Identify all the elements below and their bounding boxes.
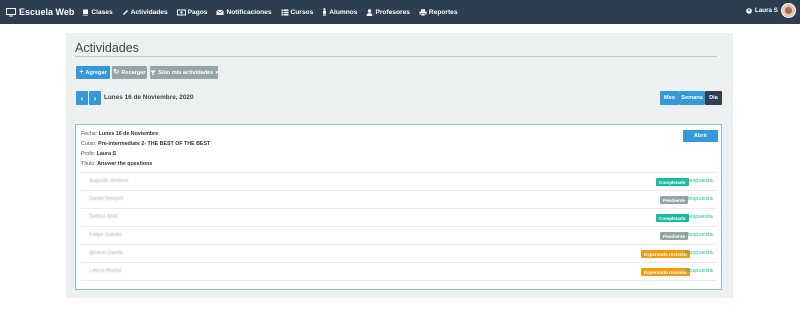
filter-dropdown-label: Sólo mis actividades (158, 69, 214, 76)
male-icon (323, 8, 327, 16)
nav-label: Reportes (428, 8, 458, 16)
nav-item-cursos[interactable]: Cursos (281, 8, 314, 16)
filter-icon (150, 70, 156, 75)
reload-button-label: Recargar (121, 69, 146, 76)
view-week-button[interactable]: Semana (679, 91, 705, 105)
add-button-label: Agregar (85, 69, 107, 76)
open-button[interactable]: Abrir (683, 130, 718, 142)
nav-item-reportes[interactable]: Reportes (419, 9, 458, 16)
activity-course: Curso: Pre-intermediate 2- THE BEST OF T… (81, 141, 211, 147)
filter-dropdown[interactable]: Sólo mis actividades ▾ (150, 66, 218, 79)
main-content: Actividades + Agregar ↻ Recargar Sólo mi… (66, 33, 733, 298)
student-name: Delfina Abril (89, 214, 118, 220)
status-badge: Pendiente (660, 196, 688, 204)
nav-item-profesores[interactable]: Profesores (366, 8, 410, 16)
response-link[interactable]: Respuesta (685, 196, 713, 202)
activity-date: Fecha: Lunes 16 de Noviembre (81, 131, 159, 137)
plus-icon: + (79, 69, 84, 76)
reload-button[interactable]: ↻ Recargar (112, 66, 147, 79)
view-day-label: Día (709, 95, 718, 101)
row-divider (81, 244, 716, 245)
nav-item-actividades[interactable]: Actividades (122, 9, 168, 16)
nav-item-clases[interactable]: Clases (82, 8, 113, 16)
row-divider (81, 226, 716, 227)
book-icon (83, 9, 89, 15)
money-icon (176, 9, 186, 15)
nav-label: Notificaciones (226, 8, 272, 16)
prev-day-button[interactable]: ‹ (76, 91, 88, 105)
response-link[interactable]: Respuesta (685, 250, 713, 256)
activity-title: Título: Answer the questions (81, 161, 153, 167)
activity-panel: Fecha: Lunes 16 de Noviembre Curso: Pre-… (75, 124, 722, 290)
refresh-icon: ↻ (113, 69, 120, 76)
brand-link[interactable]: Escuela Web (0, 7, 74, 17)
view-month-button[interactable]: Mes (660, 91, 679, 105)
next-day-button[interactable]: › (89, 91, 101, 105)
nav-label: Pagos (187, 8, 208, 16)
response-link[interactable]: Respuesta (685, 214, 713, 220)
user-menu[interactable]: Laura S (746, 3, 796, 18)
title-divider (75, 56, 717, 57)
status-badge: Esperando revisión (641, 250, 690, 258)
nav-label: Clases (91, 8, 113, 16)
row-divider (81, 172, 716, 173)
add-button[interactable]: + Agregar (76, 66, 110, 79)
view-month-label: Mes (664, 95, 675, 101)
row-divider (81, 280, 716, 281)
nav-label: Alumnos (329, 8, 358, 16)
row-divider (81, 262, 716, 263)
nav-item-notificaciones[interactable]: Notificaciones (216, 8, 272, 16)
status-badge: Completado (656, 214, 689, 222)
activity-teacher: Profe: Laura S (81, 151, 117, 157)
student-name: Leticia Muriáz (89, 268, 122, 274)
print-icon (419, 8, 427, 16)
user-name: Laura S (754, 7, 778, 14)
student-name: Ignacio Davilá (89, 250, 123, 256)
view-week-label: Semana (681, 95, 703, 101)
view-day-button[interactable]: Día (705, 91, 722, 105)
nav-item-pagos[interactable]: Pagos (176, 8, 208, 16)
user-circle-icon (746, 7, 752, 14)
list-icon (281, 9, 289, 15)
response-link[interactable]: Respuesta (685, 178, 713, 184)
response-link[interactable]: Respuesta (685, 232, 713, 238)
nav-label: Cursos (290, 8, 314, 16)
monitor-icon (6, 7, 16, 16)
chevron-right-icon: › (93, 93, 97, 103)
response-link[interactable]: Respuesta (685, 268, 713, 274)
top-navbar: Escuela Web Clases Actividades Pagos Not… (0, 0, 800, 24)
brand-name: Escuela Web (19, 7, 75, 17)
nav-item-alumnos[interactable]: Alumnos (322, 8, 357, 16)
status-badge: Completado (656, 178, 689, 186)
row-divider (81, 208, 716, 209)
open-button-label: Abrir (693, 133, 708, 139)
current-date: Lunes 16 de Noviembre, 2020 (104, 94, 194, 101)
student-name: Felipe Galván (89, 232, 122, 238)
nav-label: Actividades (130, 8, 168, 16)
chevron-left-icon: ‹ (80, 93, 84, 103)
row-divider (81, 190, 716, 191)
caret-down-icon: ▾ (215, 69, 218, 76)
student-name: Augusto Ventura (89, 178, 129, 184)
page-title: Actividades (75, 41, 139, 55)
status-badge: Pendiente (660, 232, 688, 240)
nav-label: Profesores (375, 8, 410, 16)
student-name: Daniel Benpelt (89, 196, 124, 202)
status-badge: Esperando revisión (641, 268, 690, 276)
envelope-icon (216, 9, 225, 15)
avatar[interactable] (781, 3, 796, 18)
user-icon (366, 8, 373, 16)
pencil-icon (122, 9, 128, 15)
